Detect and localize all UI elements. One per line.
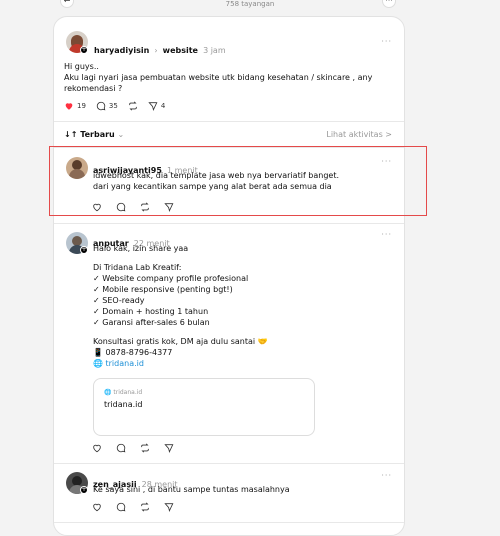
- thread-card: + haryadiyisin › website 3 jam ··· Hi gu…: [53, 16, 405, 536]
- like-count: 19: [77, 102, 86, 110]
- comment-icon: [96, 101, 106, 111]
- bullet-item: ✓ Website company profile profesional: [93, 274, 249, 283]
- reply-actions: [92, 443, 174, 453]
- repost-icon: [129, 101, 137, 111]
- follow-plus-icon[interactable]: +: [80, 486, 88, 494]
- preview-domain: 🌐 tridana.id: [104, 389, 143, 396]
- chevron-down-icon: ⌄: [117, 130, 125, 139]
- reply-more-icon[interactable]: ···: [381, 230, 392, 239]
- reply-text: Ke saya sini , di bantu sampe tuntas mas…: [93, 484, 393, 495]
- bullet-item: ✓ Garansi after-sales 6 bulan: [93, 318, 210, 327]
- repost-button[interactable]: [128, 101, 138, 111]
- share-button[interactable]: 4: [148, 101, 165, 111]
- repost-icon[interactable]: [140, 443, 150, 453]
- comment-icon[interactable]: [116, 443, 126, 453]
- more-icon: ···: [385, 0, 393, 5]
- post-more-icon[interactable]: ···: [381, 37, 392, 46]
- divider: [54, 121, 404, 122]
- send-icon[interactable]: [164, 502, 174, 512]
- share-count: 4: [160, 102, 166, 110]
- divider: [54, 463, 404, 464]
- divider: [54, 223, 404, 224]
- like-button[interactable]: 19: [64, 101, 86, 111]
- comment-button[interactable]: 35: [96, 101, 118, 111]
- bullet-item: ✓ Domain + hosting 1 tahun: [93, 307, 209, 316]
- preview-title: tridana.id: [104, 400, 143, 409]
- follow-plus-icon[interactable]: +: [80, 246, 88, 254]
- chevron-right-icon: ›: [154, 46, 158, 55]
- top-bar: ← 758 tayangan ···: [0, 0, 500, 16]
- post-text-line: rekomendasi ?: [64, 84, 123, 93]
- post-username[interactable]: haryadiyisin: [94, 46, 149, 55]
- reply-text-line: Konsultasi gratis kok, DM aja dulu santa…: [93, 337, 268, 346]
- heart-filled-icon: [65, 103, 73, 110]
- post-actions: 19 35 4: [64, 101, 165, 111]
- reply-text-line: Ke saya sini , di bantu sampe tuntas mas…: [93, 485, 290, 494]
- view-activity-link[interactable]: Lihat aktivitas >: [326, 130, 392, 139]
- reply-more-icon[interactable]: ···: [381, 471, 392, 480]
- heart-icon[interactable]: [92, 502, 102, 512]
- divider: [54, 522, 404, 523]
- link-preview-card[interactable]: 🌐 tridana.id tridana.id: [93, 378, 315, 436]
- reply-actions: [92, 502, 174, 512]
- website-link[interactable]: 🌐 tridana.id: [93, 358, 393, 369]
- sort-dropdown[interactable]: ↓↑ Terbaru ⌄: [64, 130, 124, 139]
- repost-icon[interactable]: [140, 502, 150, 512]
- follow-plus-icon[interactable]: +: [80, 46, 88, 54]
- community-link[interactable]: website: [163, 46, 198, 55]
- post-text-line: Hi guys..: [64, 62, 99, 71]
- reply-text-line: Halo kak, izin share yaa: [93, 244, 189, 253]
- send-icon: [148, 102, 158, 111]
- post-text: Hi guys.. Aku lagi nyari jasa pembuatan …: [64, 61, 394, 94]
- views-count: 758 tayangan: [225, 0, 275, 8]
- highlight-box: [49, 146, 427, 216]
- sort-icon: ↓↑: [64, 130, 78, 139]
- sort-label: Terbaru: [80, 130, 115, 139]
- reply-text: Halo kak, izin share yaa Di Tridana Lab …: [93, 243, 393, 369]
- heart-icon[interactable]: [92, 443, 102, 453]
- comment-icon[interactable]: [116, 502, 126, 512]
- post-text-line: Aku lagi nyari jasa pembuatan website ut…: [64, 73, 373, 82]
- phone-number: 📱 0878-8796-4377: [93, 348, 173, 357]
- comment-count: 35: [108, 102, 118, 110]
- post-time: 3 jam: [203, 46, 226, 55]
- bullet-item: ✓ Mobile responsive (penting bgt!): [93, 285, 233, 294]
- send-icon[interactable]: [164, 443, 174, 453]
- bullet-item: ✓ SEO-ready: [93, 296, 145, 305]
- reply-text-line: Di Tridana Lab Kreatif:: [93, 263, 182, 272]
